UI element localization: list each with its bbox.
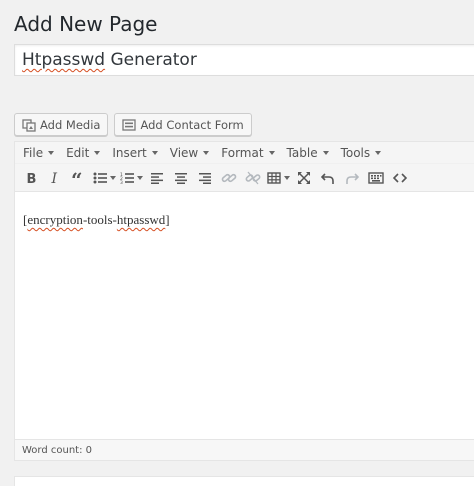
italic-icon: I <box>51 171 58 185</box>
menu-edit-label: Edit <box>66 145 90 160</box>
menu-file[interactable]: File <box>17 146 60 160</box>
keyboard-shortcuts-button[interactable] <box>364 166 388 190</box>
add-media-label: Add Media <box>40 117 101 132</box>
align-left-button[interactable] <box>145 166 169 190</box>
menu-insert[interactable]: Insert <box>106 146 163 160</box>
align-center-icon <box>175 172 187 184</box>
unlink-button[interactable] <box>241 166 265 190</box>
editor-content[interactable]: [encryption-tools-htpasswd] <box>15 192 474 437</box>
align-center-button[interactable] <box>169 166 193 190</box>
undo-icon <box>321 172 334 184</box>
link-button[interactable] <box>217 166 241 190</box>
fullscreen-icon <box>298 171 310 184</box>
menu-edit[interactable]: Edit <box>60 146 106 160</box>
menu-table[interactable]: Table <box>281 146 335 160</box>
menu-view-label: View <box>169 145 199 160</box>
table-button[interactable] <box>265 166 292 190</box>
align-left-icon <box>151 172 163 184</box>
chevron-down-icon <box>94 150 101 155</box>
shortcode-close-bracket: ] <box>165 212 170 227</box>
align-right-icon <box>199 172 211 184</box>
next-metabox <box>14 476 474 486</box>
numbered-list-button[interactable]: 123 <box>118 166 145 190</box>
code-icon <box>393 172 407 183</box>
add-contact-form-button[interactable]: Add Contact Form <box>114 113 252 136</box>
add-media-button[interactable]: Add Media <box>14 113 109 136</box>
form-icon <box>122 118 137 131</box>
svg-text:3: 3 <box>120 180 123 184</box>
media-buttons: Add Media Add Contact Form <box>14 113 252 136</box>
chevron-down-icon <box>268 150 275 155</box>
link-icon <box>221 173 237 182</box>
italic-button[interactable]: I <box>43 166 67 190</box>
chevron-down-icon <box>48 150 55 155</box>
blockquote-button[interactable]: “ <box>67 166 91 190</box>
svg-text:B: B <box>27 172 37 185</box>
menu-insert-label: Insert <box>112 145 147 160</box>
menu-file-label: File <box>23 145 44 160</box>
menu-format-label: Format <box>221 145 264 160</box>
numbered-list-icon: 123 <box>120 172 134 184</box>
editor-statusbar: Word count: 0 <box>15 439 474 460</box>
code-button[interactable] <box>388 166 412 190</box>
bold-icon: B <box>27 172 37 185</box>
menu-format[interactable]: Format <box>215 146 280 160</box>
media-icon <box>22 118 36 132</box>
redo-icon <box>346 172 359 184</box>
blockquote-icon: “ <box>71 171 83 185</box>
page-title: Add New Page <box>14 12 158 36</box>
title-input[interactable]: Htpasswd Generator <box>14 44 474 76</box>
menu-table-label: Table <box>286 145 318 160</box>
editor-toolbar: B I “ 123 <box>15 164 474 192</box>
chevron-down-icon <box>284 175 290 180</box>
editor: File Edit Insert View Format Table Tools… <box>14 141 474 461</box>
menu-tools-label: Tools <box>340 145 371 160</box>
shortcode-text: -tools- <box>82 212 117 227</box>
chevron-down-icon <box>375 150 382 155</box>
align-right-button[interactable] <box>193 166 217 190</box>
add-contact-form-label: Add Contact Form <box>140 117 244 132</box>
shortcode-misspelled-word: encryption <box>27 212 83 227</box>
title-misspelled-word[interactable]: Htpasswd <box>22 50 105 70</box>
chevron-down-icon <box>322 150 329 155</box>
redo-button[interactable] <box>340 166 364 190</box>
menu-view[interactable]: View <box>164 146 215 160</box>
chevron-down-icon <box>203 150 210 155</box>
bullet-list-button[interactable] <box>91 166 118 190</box>
table-icon <box>267 171 281 184</box>
svg-text:“: “ <box>71 171 83 185</box>
chevron-down-icon <box>137 175 143 180</box>
undo-button[interactable] <box>316 166 340 190</box>
editor-menubar: File Edit Insert View Format Table Tools <box>15 142 474 164</box>
shortcode-misspelled-word: htpasswd <box>116 212 166 227</box>
bold-button[interactable]: B <box>19 166 43 190</box>
svg-text:I: I <box>51 171 58 185</box>
menu-tools[interactable]: Tools <box>335 146 388 160</box>
chevron-down-icon <box>151 150 158 155</box>
title-text-rest[interactable]: Generator <box>105 50 196 70</box>
chevron-down-icon <box>110 175 116 180</box>
bullet-list-icon <box>93 172 107 183</box>
word-count: Word count: 0 <box>22 445 93 456</box>
keyboard-icon <box>368 171 384 184</box>
unlink-icon <box>245 171 261 184</box>
fullscreen-button[interactable] <box>292 166 316 190</box>
